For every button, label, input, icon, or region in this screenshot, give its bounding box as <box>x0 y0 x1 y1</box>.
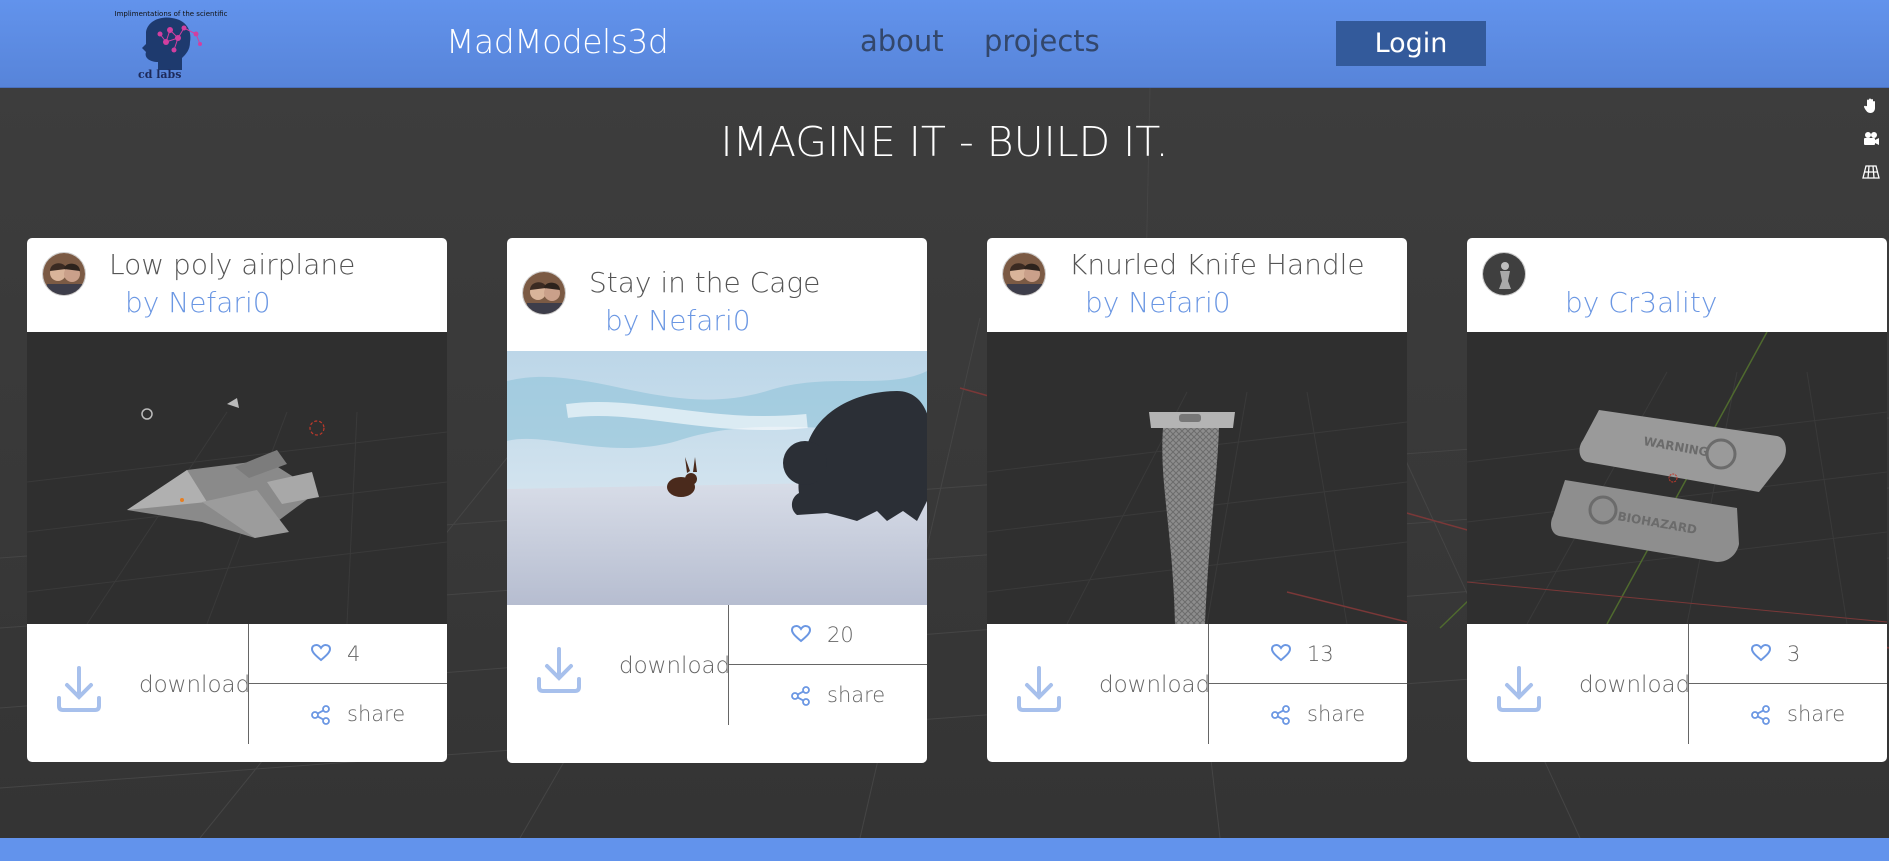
card-actions: download 4 share <box>27 624 447 762</box>
download-button[interactable]: download <box>987 624 1211 744</box>
model-preview-biohazard-grips[interactable]: WARNING BIOHAZARD <box>1467 332 1887 624</box>
page-headline: IMAGINE IT - BUILD IT. <box>720 118 1169 166</box>
nav-about-link[interactable]: about <box>860 24 944 58</box>
download-button[interactable]: download <box>1467 624 1691 744</box>
avatar[interactable] <box>1482 252 1526 296</box>
brand-title[interactable]: MadModels3d <box>446 22 669 61</box>
share-button[interactable]: share <box>1689 684 1887 744</box>
card-author-link[interactable]: by Nefari0 <box>125 286 271 319</box>
download-icon <box>1497 666 1541 712</box>
model-card: Knurled Knife Handle by Nefari0 download <box>987 238 1407 762</box>
share-icon <box>1271 705 1290 725</box>
card-header: by Cr3ality <box>1467 238 1887 332</box>
card-author-link[interactable]: by Nefari0 <box>605 304 751 337</box>
download-label: download <box>619 653 731 679</box>
download-button[interactable]: download <box>507 605 731 725</box>
heart-icon <box>791 625 811 643</box>
nav-projects-link[interactable]: projects <box>984 24 1100 58</box>
card-title[interactable]: Knurled Knife Handle <box>1069 248 1365 281</box>
model-preview-knife-handle[interactable] <box>987 332 1407 624</box>
like-count: 3 <box>1787 642 1801 666</box>
download-icon <box>57 666 101 712</box>
site-logo[interactable]: Implimentations of the scientific cd lab… <box>104 8 238 82</box>
card-title[interactable]: Stay in the Cage <box>589 266 820 299</box>
card-actions: download 20 share <box>507 605 927 763</box>
share-label: share <box>1307 702 1366 726</box>
download-icon <box>537 647 581 693</box>
avatar[interactable] <box>522 271 566 315</box>
heart-icon <box>1271 644 1291 662</box>
top-navbar: Implimentations of the scientific cd lab… <box>0 0 1889 88</box>
like-count: 13 <box>1307 642 1334 666</box>
share-icon <box>1751 705 1770 725</box>
download-label: download <box>139 672 251 698</box>
download-label: download <box>1579 672 1691 698</box>
avatar[interactable] <box>1002 252 1046 296</box>
model-preview-airplane[interactable] <box>27 332 447 624</box>
share-label: share <box>347 702 406 726</box>
share-icon <box>791 686 810 706</box>
share-button[interactable]: share <box>729 665 927 725</box>
share-label: share <box>827 683 886 707</box>
like-count: 4 <box>347 642 361 666</box>
like-button[interactable]: 4 <box>249 624 447 684</box>
card-title[interactable]: Low poly airplane <box>109 248 355 281</box>
card-actions: download 3 share <box>1467 624 1887 762</box>
footer-bar <box>0 838 1889 861</box>
card-author-link[interactable]: by Nefari0 <box>1085 286 1231 319</box>
like-button[interactable]: 13 <box>1209 624 1407 684</box>
model-card: by Cr3ality WARNING BIOHAZARD download 3 <box>1467 238 1887 762</box>
heart-icon <box>311 644 331 662</box>
like-count: 20 <box>827 623 854 647</box>
heart-icon <box>1751 644 1771 662</box>
avatar[interactable] <box>42 252 86 296</box>
card-header: Knurled Knife Handle by Nefari0 <box>987 238 1407 332</box>
like-button[interactable]: 3 <box>1689 624 1887 684</box>
model-preview-cage[interactable] <box>507 351 927 605</box>
download-button[interactable]: download <box>27 624 251 744</box>
login-button[interactable]: Login <box>1336 21 1486 66</box>
share-button[interactable]: share <box>1209 684 1407 744</box>
hand-icon[interactable] <box>1860 95 1882 117</box>
logo-footer-text: cd labs <box>138 68 182 81</box>
card-author-link[interactable]: by Cr3ality <box>1565 286 1717 319</box>
download-label: download <box>1099 672 1211 698</box>
card-header: Stay in the Cage by Nefari0 <box>507 238 927 351</box>
card-header: Low poly airplane by Nefari0 <box>27 238 447 332</box>
model-card: Low poly airplane by Nefari0 download 4 <box>27 238 447 762</box>
download-icon <box>1017 666 1061 712</box>
card-actions: download 13 share <box>987 624 1407 762</box>
like-button[interactable]: 20 <box>729 605 927 665</box>
share-button[interactable]: share <box>249 684 447 744</box>
share-label: share <box>1787 702 1846 726</box>
model-card: Stay in the Cage by Nefari0 download 20 … <box>507 238 927 763</box>
share-icon <box>311 705 330 725</box>
